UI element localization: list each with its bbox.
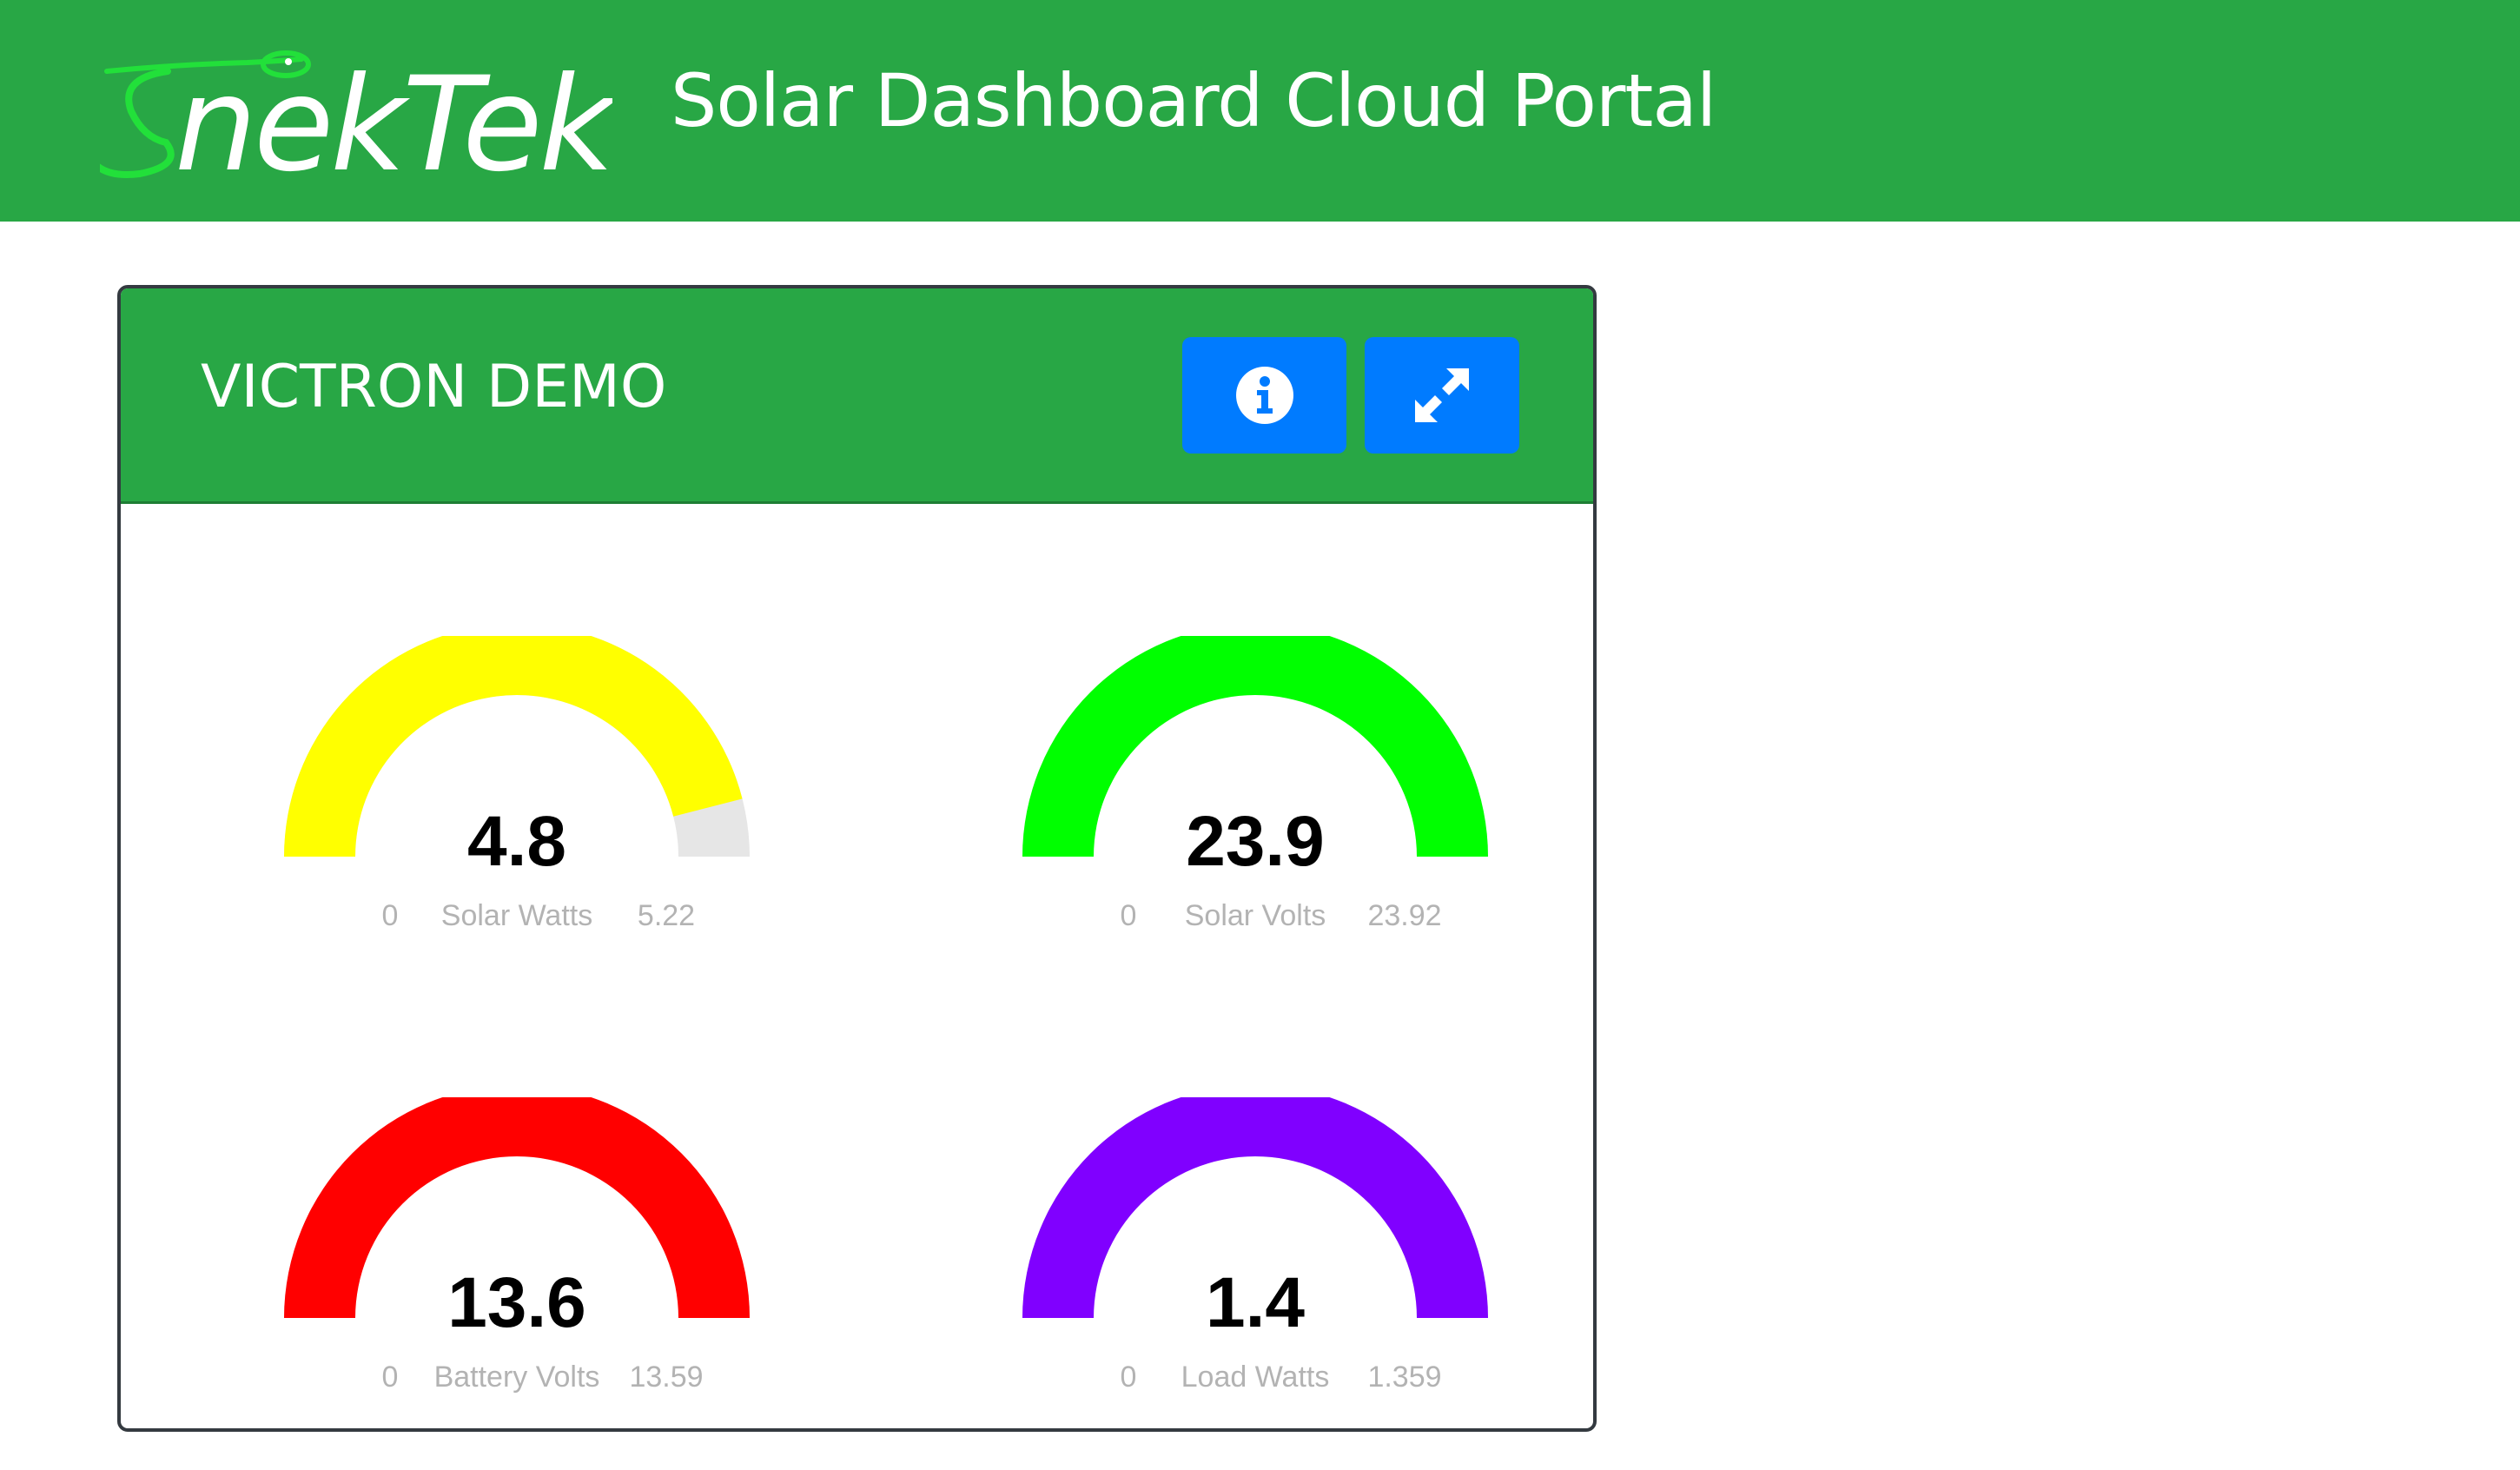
gauge-value: 4.8 bbox=[467, 802, 566, 881]
gauge-max: 1.359 bbox=[1367, 1361, 1442, 1394]
snektek-logo[interactable]: nekTek bbox=[100, 35, 612, 187]
svg-text:nekTek: nekTek bbox=[175, 50, 612, 187]
info-circle-icon bbox=[1235, 367, 1293, 424]
gauge-solar-watts: 4.8 0 Solar Watts 5.22 bbox=[239, 636, 795, 983]
gauge-max: 23.92 bbox=[1367, 899, 1442, 932]
card-title: VICTRON DEMO bbox=[201, 353, 667, 421]
gauge-max: 5.22 bbox=[637, 899, 696, 932]
snektek-logo-image: nekTek bbox=[100, 50, 612, 187]
gauge-battery-volts: 13.6 0 Battery Volts 13.59 bbox=[239, 1097, 795, 1428]
card-header: VICTRON DEMO bbox=[121, 288, 1593, 504]
gauge-solar-volts: 23.9 0 Solar Volts 23.92 bbox=[977, 636, 1533, 983]
gauge-max: 13.59 bbox=[629, 1361, 704, 1394]
top-header: nekTek Solar Dashboard Cloud Portal bbox=[0, 0, 2520, 222]
gauge-value: 23.9 bbox=[1186, 802, 1325, 881]
expand-arrows-icon bbox=[1415, 368, 1469, 422]
gauge-value: 1.4 bbox=[1206, 1263, 1305, 1342]
gauge-load-watts: 1.4 0 Load Watts 1.359 bbox=[977, 1097, 1533, 1428]
gauge-value: 13.6 bbox=[447, 1263, 586, 1342]
info-button[interactable] bbox=[1182, 337, 1346, 454]
expand-button[interactable] bbox=[1365, 337, 1519, 454]
device-card: VICTRON DEMO 4.8 0 Solar Watts 5.22 23.9… bbox=[117, 285, 1597, 1432]
page-title: Solar Dashboard Cloud Portal bbox=[671, 58, 1716, 143]
